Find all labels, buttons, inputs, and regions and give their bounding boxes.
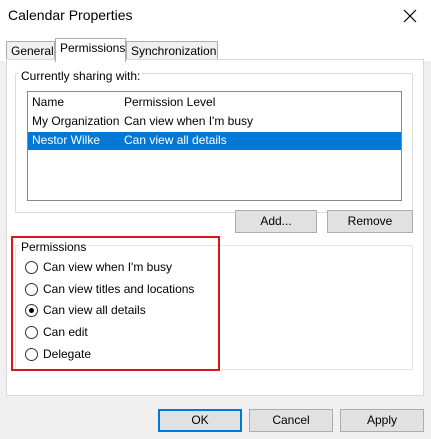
tab-strip: General Permissions Synchronization <box>0 32 431 62</box>
close-icon <box>403 9 417 23</box>
sharing-row-nestor-wilke[interactable]: Nestor Wilke Can view all details <box>28 132 401 150</box>
column-header-permission-level[interactable]: Permission Level <box>124 95 215 109</box>
tab-general[interactable]: General <box>6 41 55 60</box>
add-button[interactable]: Add... <box>235 210 317 233</box>
ok-button[interactable]: OK <box>158 409 242 432</box>
highlight-annotation-box <box>11 236 220 371</box>
row-name: My Organization <box>32 114 120 128</box>
cancel-button[interactable]: Cancel <box>249 409 333 432</box>
calendar-properties-dialog: Calendar Properties General Permissions … <box>0 0 431 439</box>
title-bar: Calendar Properties <box>0 0 431 32</box>
sharing-row-my-organization[interactable]: My Organization Can view when I'm busy <box>28 113 401 131</box>
tab-synchronization[interactable]: Synchronization <box>126 41 218 60</box>
column-header-name[interactable]: Name <box>32 95 64 109</box>
row-permission-level: Can view all details <box>124 133 227 147</box>
tab-permissions[interactable]: Permissions <box>55 38 126 62</box>
row-name: Nestor Wilke <box>32 133 101 147</box>
apply-button[interactable]: Apply <box>340 409 424 432</box>
close-button[interactable] <box>397 3 423 29</box>
sharing-list[interactable]: Name Permission Level My Organization Ca… <box>27 91 402 201</box>
sharing-list-header: Name Permission Level <box>28 92 401 112</box>
window-title: Calendar Properties <box>8 7 133 23</box>
row-permission-level: Can view when I'm busy <box>124 114 254 128</box>
sharing-group-label: Currently sharing with: <box>19 69 143 83</box>
remove-button[interactable]: Remove <box>327 210 413 233</box>
